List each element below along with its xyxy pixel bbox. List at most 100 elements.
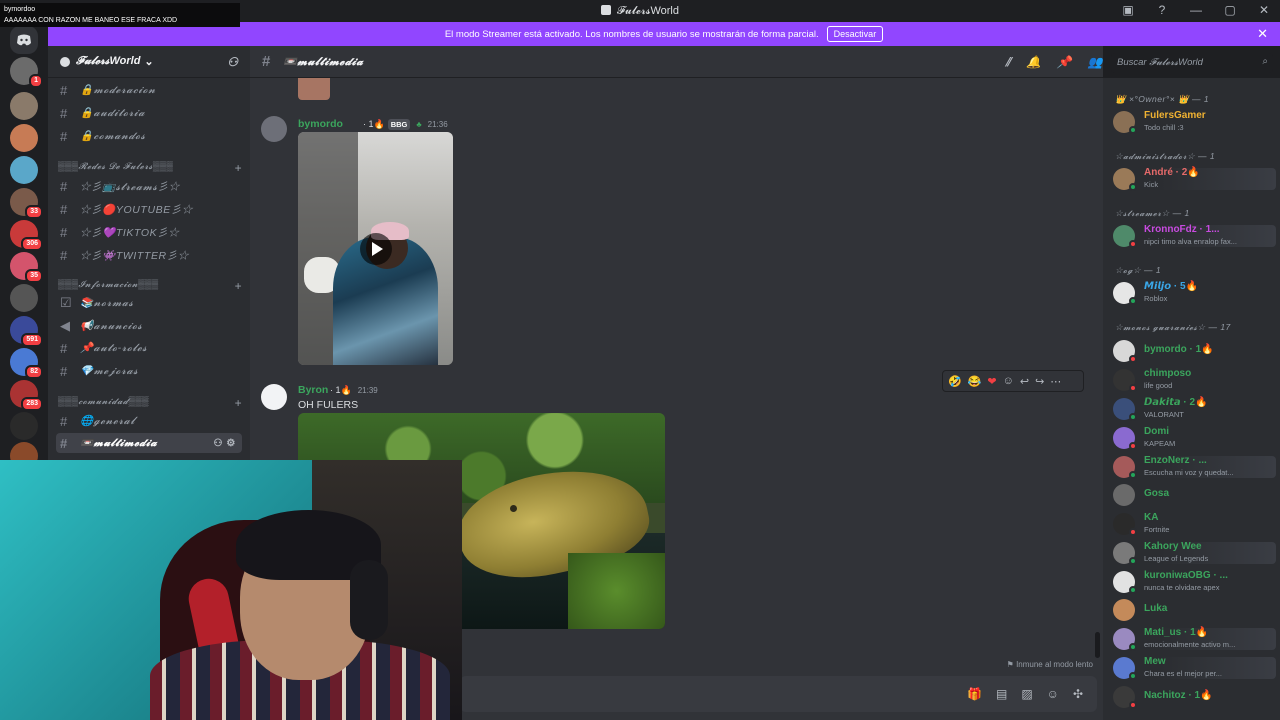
member-item[interactable]: 𝘿𝙖𝙠𝙞𝙩𝙖 · 2🔥 VALORANT xyxy=(1111,397,1276,421)
channel-label: 🔒𝓬𝓸𝓶𝓪𝓷𝓭𝓸𝓼 xyxy=(80,130,146,142)
reaction-rofl-icon[interactable]: 🤣 xyxy=(948,375,962,388)
category-redes[interactable]: ▒▒▒𝓡𝓮𝓭𝓮𝓼 𝓓𝓮 𝓕𝓾𝓵𝓮𝓻𝓼▒▒▒ + xyxy=(58,161,242,175)
reaction-joy-icon[interactable]: 😂 xyxy=(968,375,982,388)
category-informacion[interactable]: ▒▒▒𝓘𝓷𝓯𝓸𝓻𝓶𝓪𝓬𝓲𝓸𝓷▒▒▒ + xyxy=(58,279,242,293)
member-item[interactable]: Mew Chara es el mejor per... xyxy=(1111,656,1276,680)
member-item[interactable]: Luka xyxy=(1111,599,1276,621)
more-icon[interactable]: ⋯ xyxy=(1050,375,1061,388)
member-name: Mati_us · 1🔥 xyxy=(1144,627,1209,638)
server-icon[interactable]: 35 xyxy=(10,252,43,283)
reply-icon[interactable]: ↩ xyxy=(1020,375,1029,388)
member-item[interactable]: FulersGamer Todo chill :3 xyxy=(1111,110,1276,134)
threads-icon[interactable]: ⫽ xyxy=(1005,55,1011,70)
server-badge: 33 xyxy=(25,205,43,219)
member-name: André · 2🔥 xyxy=(1144,167,1200,178)
member-item[interactable]: kuroniwaOBG · ... nunca te olvidare apex xyxy=(1111,570,1276,594)
discord-logo-icon xyxy=(601,5,611,15)
message-input[interactable]: 🎁 ▤ ▨ ☺ ✣ xyxy=(460,676,1097,712)
member-item[interactable]: Mati_us · 1🔥 emocionalmente activo m... xyxy=(1111,627,1276,651)
add-reaction-icon[interactable]: ☺ xyxy=(1003,375,1014,387)
server-icon[interactable] xyxy=(10,412,38,440)
gift-icon[interactable]: 🎁 xyxy=(967,687,982,701)
server-icon[interactable]: 82 xyxy=(10,348,43,379)
member-item[interactable]: bymordo · 1🔥 xyxy=(1111,340,1276,363)
member-item[interactable]: André · 2🔥 Kick xyxy=(1111,167,1276,191)
channel-item[interactable]: # ☆彡💜TIKTOK彡☆ xyxy=(56,222,242,242)
server-icon[interactable]: 306 xyxy=(10,220,43,251)
channel-item[interactable]: ◀ 📢𝓪𝓷𝓾𝓷𝓬𝓲𝓸𝓼 xyxy=(56,316,242,336)
server-icon[interactable] xyxy=(10,284,38,312)
channel-item[interactable]: # 🔒𝓪𝓾𝓭𝓲𝓽𝓸𝓻𝓲𝓪 xyxy=(56,103,242,123)
member-item[interactable]: Gosa xyxy=(1111,484,1276,506)
member-item[interactable]: 𝙈𝙞𝙡𝙟𝙤 · 5🔥 Roblox xyxy=(1111,281,1276,305)
gif-icon[interactable]: ▤ xyxy=(996,687,1007,701)
inbox-icon[interactable]: ▣ xyxy=(1120,3,1136,17)
play-icon[interactable] xyxy=(360,233,392,265)
author-name: bymordo xyxy=(298,118,343,130)
add-channel-icon[interactable]: + xyxy=(235,279,242,293)
close-window-button[interactable]: ✕ xyxy=(1256,3,1272,17)
channel-settings-icon[interactable]: ⚇ ⚙ xyxy=(213,438,236,449)
members-icon[interactable]: 👥 xyxy=(1087,55,1103,70)
slowmode-notice: ⚑ Inmune al modo lento xyxy=(1006,660,1093,669)
member-item[interactable]: chimposo life good xyxy=(1111,368,1276,392)
channel-item[interactable]: # 📌𝓪𝓾𝓽𝓸-𝓻𝓸𝓵𝓮𝓼 xyxy=(56,338,242,358)
forward-icon[interactable]: ↪ xyxy=(1035,375,1044,388)
video-attachment[interactable] xyxy=(298,132,453,365)
status-icon xyxy=(1129,355,1137,363)
close-banner-icon[interactable]: ✕ xyxy=(1257,26,1268,42)
channel-item[interactable]: # ☆彡🔴YOUTUBE彡☆ xyxy=(56,199,242,219)
server-icon[interactable]: 1 xyxy=(10,57,43,88)
category-comunidad[interactable]: ▒▒▒𝓬𝓸𝓶𝓾𝓷𝓲𝓭𝓪𝓭▒▒▒ + xyxy=(58,396,242,410)
member-item[interactable]: KronnoFdz · 1... nipci timo alva enralop … xyxy=(1111,224,1276,248)
member-item[interactable]: Kahory Wee League of Legends xyxy=(1111,541,1276,565)
server-icon[interactable] xyxy=(10,92,38,120)
server-icon[interactable]: 283 xyxy=(10,380,43,411)
emoji-icon[interactable]: ☺ xyxy=(1047,687,1059,701)
member-item[interactable]: KA Fortnite xyxy=(1111,512,1276,536)
channel-item[interactable]: # ☆彡👾TWITTER彡☆ xyxy=(56,245,242,265)
server-icon[interactable] xyxy=(10,156,38,184)
pin-icon[interactable]: 📌 xyxy=(1057,55,1073,70)
add-channel-icon[interactable]: + xyxy=(235,161,242,175)
channel-item[interactable]: # 🔒𝓬𝓸𝓶𝓪𝓷𝓭𝓸𝓼 xyxy=(56,126,242,146)
search-input[interactable]: Buscar 𝓕𝓾𝓵𝓮𝓻𝓼World ⌕ xyxy=(1111,53,1273,73)
member-item[interactable]: Nachitoz · 1🔥 xyxy=(1111,686,1276,709)
server-header[interactable]: 𝓕𝓾𝓵𝓮𝓻𝓼World ⌄ ⚇ xyxy=(48,46,250,78)
server-icon[interactable] xyxy=(10,124,38,152)
server-icon[interactable]: 33 xyxy=(10,188,43,219)
maximize-button[interactable]: ▢ xyxy=(1222,3,1238,17)
help-icon[interactable]: ? xyxy=(1154,3,1170,17)
add-channel-icon[interactable]: + xyxy=(235,396,242,410)
scrollbar-thumb[interactable] xyxy=(1095,632,1100,658)
status-icon xyxy=(1129,183,1137,191)
avatar[interactable] xyxy=(261,116,287,142)
message-author[interactable]: bymordo xyxy=(298,118,343,130)
message-author[interactable]: Byron xyxy=(298,384,328,396)
home-button[interactable] xyxy=(10,26,38,54)
reaction-heart-icon[interactable]: ❤ xyxy=(987,375,996,388)
bell-icon[interactable]: 🔔 xyxy=(1026,55,1042,70)
member-name: 𝙈𝙞𝙡𝙟𝙤 · 5🔥 xyxy=(1144,281,1199,292)
server-icon[interactable]: 591 xyxy=(10,316,43,347)
member-item[interactable]: EnzoNerz · ... Escucha mi voz y quedat... xyxy=(1111,455,1276,479)
channel-item-active[interactable]: # 📼𝓶𝓾𝓵𝓽𝓲𝓶𝓮𝓭𝓲𝓪 ⚇ ⚙ xyxy=(56,433,242,453)
minimize-button[interactable]: — xyxy=(1188,3,1204,17)
member-item[interactable]: Domi KAPEAM xyxy=(1111,426,1276,450)
invite-icon[interactable]: ⚇ xyxy=(227,55,238,69)
channel-item[interactable]: ☑ 📚𝓷𝓸𝓻𝓶𝓪𝓼 xyxy=(56,293,242,313)
hash-icon: # xyxy=(60,105,68,121)
sticker-icon[interactable]: ▨ xyxy=(1021,687,1032,701)
channel-item[interactable]: # 💎𝓶𝓮𝓳𝓸𝓻𝓪𝓼 xyxy=(56,361,242,381)
hash-icon: # xyxy=(60,201,68,217)
previous-image-thumbnail[interactable] xyxy=(298,78,330,100)
channel-label: 💎𝓶𝓮𝓳𝓸𝓻𝓪𝓼 xyxy=(80,365,139,377)
status-icon xyxy=(1129,126,1137,134)
member-category: 👑 ×°Owner°× 👑 — 1 xyxy=(1115,94,1210,104)
avatar[interactable] xyxy=(261,384,287,410)
deactivate-button[interactable]: Desactivar xyxy=(826,26,884,42)
channel-item[interactable]: # 🔒𝓶𝓸𝓭𝓮𝓻𝓪𝓬𝓲𝓸𝓷 xyxy=(56,80,242,100)
channel-item[interactable]: # 🌐𝓰𝓮𝓷𝓮𝓻𝓪𝓵 xyxy=(56,411,242,431)
apps-icon[interactable]: ✣ xyxy=(1073,687,1083,701)
channel-item[interactable]: # ☆彡📺𝓼𝓽𝓻𝓮𝓪𝓶𝓼彡☆ xyxy=(56,176,242,196)
